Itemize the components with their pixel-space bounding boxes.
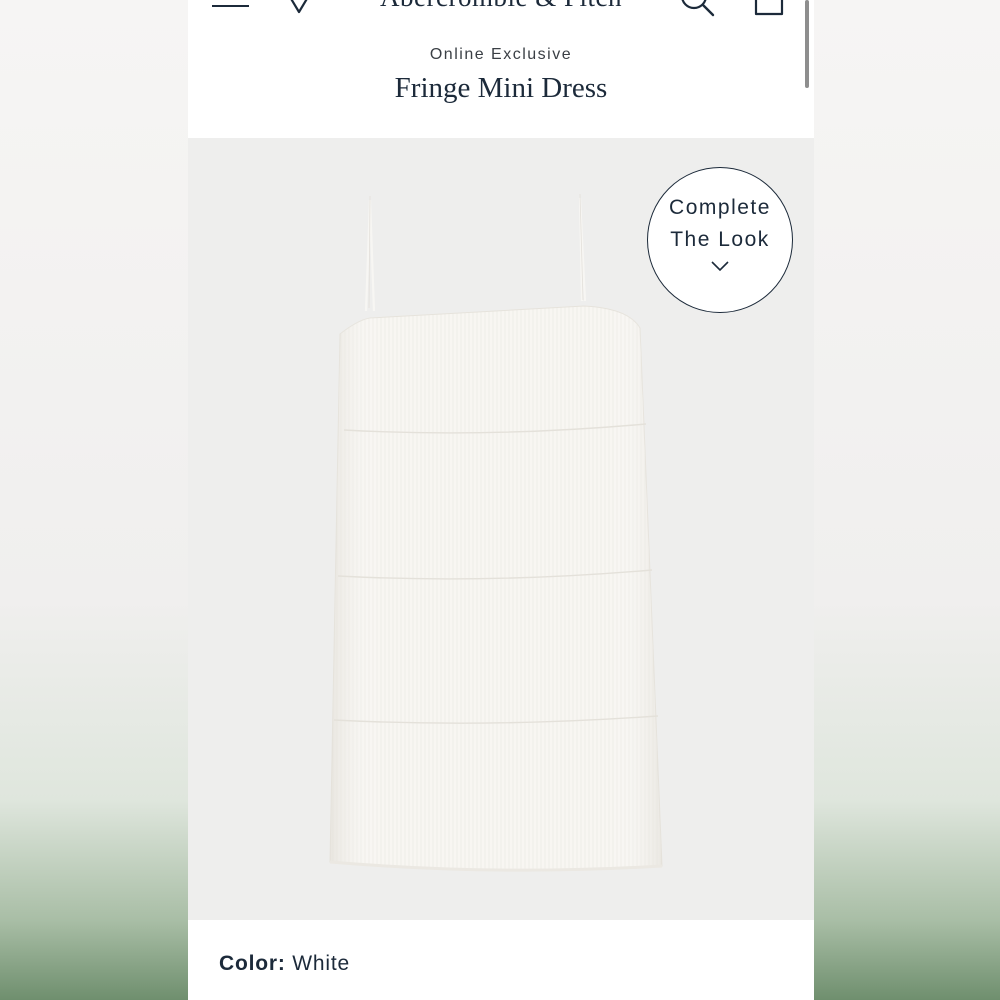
color-value: White	[292, 952, 350, 975]
color-selector-label: Color: White	[219, 952, 350, 976]
menu-icon[interactable]	[212, 0, 250, 10]
online-exclusive-label: Online Exclusive	[429, 46, 573, 63]
complete-the-look-line-1: Complete	[669, 196, 771, 219]
chevron-down-icon	[711, 261, 729, 272]
product-image[interactable]: Complete The Look	[188, 138, 814, 920]
brand-logo[interactable]: Abercrombie & Fitch	[348, 0, 654, 8]
complete-the-look-button[interactable]: Complete The Look	[647, 167, 793, 313]
left-blurred-backdrop	[0, 0, 188, 1000]
color-label: Color:	[219, 952, 286, 975]
complete-the-look-line-2: The Look	[670, 228, 770, 251]
product-title: Fringe Mini Dress	[394, 72, 608, 104]
top-navigation-bar: Abercrombie & Fitch	[188, 0, 814, 88]
bag-icon[interactable]	[752, 0, 786, 18]
heart-icon[interactable]	[283, 0, 315, 16]
product-page: Abercrombie & Fitch Online Exclusive Fri…	[188, 0, 814, 1000]
right-blurred-backdrop	[814, 0, 1000, 1000]
search-icon[interactable]	[678, 0, 716, 18]
